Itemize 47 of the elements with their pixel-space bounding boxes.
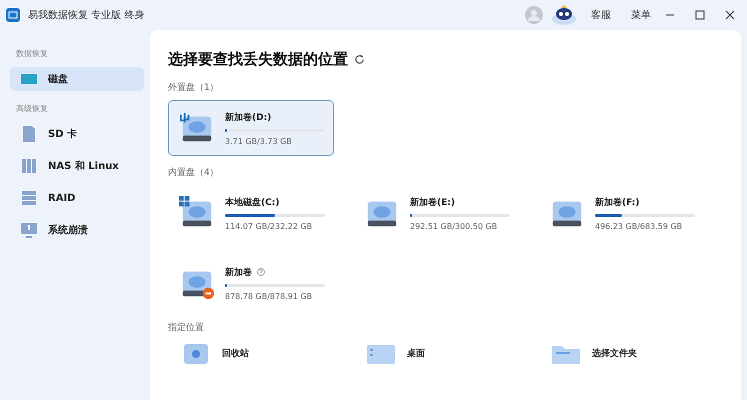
drive-name: 新加卷(D:) [225, 111, 272, 124]
drive-usage: 292.51 GB/300.50 GB [410, 222, 498, 230]
server-icon [20, 157, 38, 175]
monitor-alert-icon [20, 221, 38, 239]
window-title: 易我数据恢复 专业版 终身 [28, 8, 146, 22]
sidebar-item[interactable]: RAID [10, 186, 144, 210]
close-icon[interactable] [725, 10, 735, 20]
drive-name: 新加卷(E:) [410, 196, 455, 208]
sidebar-item[interactable]: 磁盘 [10, 67, 144, 91]
location-label[interactable]: 桌面 [407, 346, 425, 360]
app-logo-icon [6, 8, 20, 22]
storage-stack-icon [20, 189, 38, 207]
sidebar-item-label: 系统崩溃 [48, 224, 88, 237]
sidebar-section-title: 数据恢复 [16, 48, 49, 59]
sd-card-icon [20, 125, 38, 143]
drive-name: 本地磁盘(C:) [225, 196, 280, 208]
sidebar-item[interactable]: 系统崩溃 [10, 218, 144, 242]
page-heading: 选择要查找丢失数据的位置 [168, 50, 348, 69]
drive-name: 新加卷 [225, 266, 252, 278]
maximize-icon[interactable] [695, 10, 705, 20]
sidebar-item[interactable]: SD 卡 [10, 122, 144, 146]
drive-name: 新加卷(F:) [595, 196, 640, 208]
drive-card[interactable]: 新加卷 878.78 GB/878.91 GB [168, 255, 334, 311]
header-link[interactable]: 客服 [585, 6, 617, 24]
location-label[interactable]: 选择文件夹 [592, 346, 637, 360]
drive-usage: 878.78 GB/878.91 GB [225, 292, 314, 300]
mascot-icon[interactable] [551, 5, 577, 25]
drive-card[interactable]: 本地磁盘(C:) 114.07 GB/232.22 GB [168, 185, 334, 241]
sidebar-section-title: 高级恢复 [16, 103, 49, 114]
help-icon[interactable] [257, 268, 265, 276]
refresh-icon[interactable] [354, 54, 365, 65]
sidebar-item-label: 磁盘 [48, 72, 68, 86]
drive-usage: 114.07 GB/232.22 GB [225, 222, 314, 230]
drive-card[interactable]: 新加卷(E:) 292.51 GB/300.50 GB [353, 185, 519, 241]
sidebar-item[interactable]: NAS 和 Linux [10, 154, 144, 178]
header-link[interactable]: 菜单 [625, 6, 657, 24]
drive-usage: 496.23 GB/683.59 GB [595, 222, 684, 230]
group-title: 外置盘（1） [168, 82, 220, 94]
sidebar-item-label: RAID [48, 192, 76, 204]
sidebar-item-label: NAS 和 Linux [48, 160, 119, 173]
drive-card[interactable]: 新加卷(F:) 496.23 GB/683.59 GB [538, 185, 704, 241]
group-title: 指定位置 [168, 322, 205, 334]
sidebar-item-label: SD 卡 [48, 128, 77, 141]
group-title: 内置盘（4） [168, 166, 220, 179]
drive-usage: 3.71 GB/3.73 GB [225, 136, 293, 146]
location-label[interactable]: 回收站 [222, 346, 249, 360]
drive-card[interactable]: 新加卷(D:) 3.71 GB/3.73 GB [168, 100, 334, 156]
